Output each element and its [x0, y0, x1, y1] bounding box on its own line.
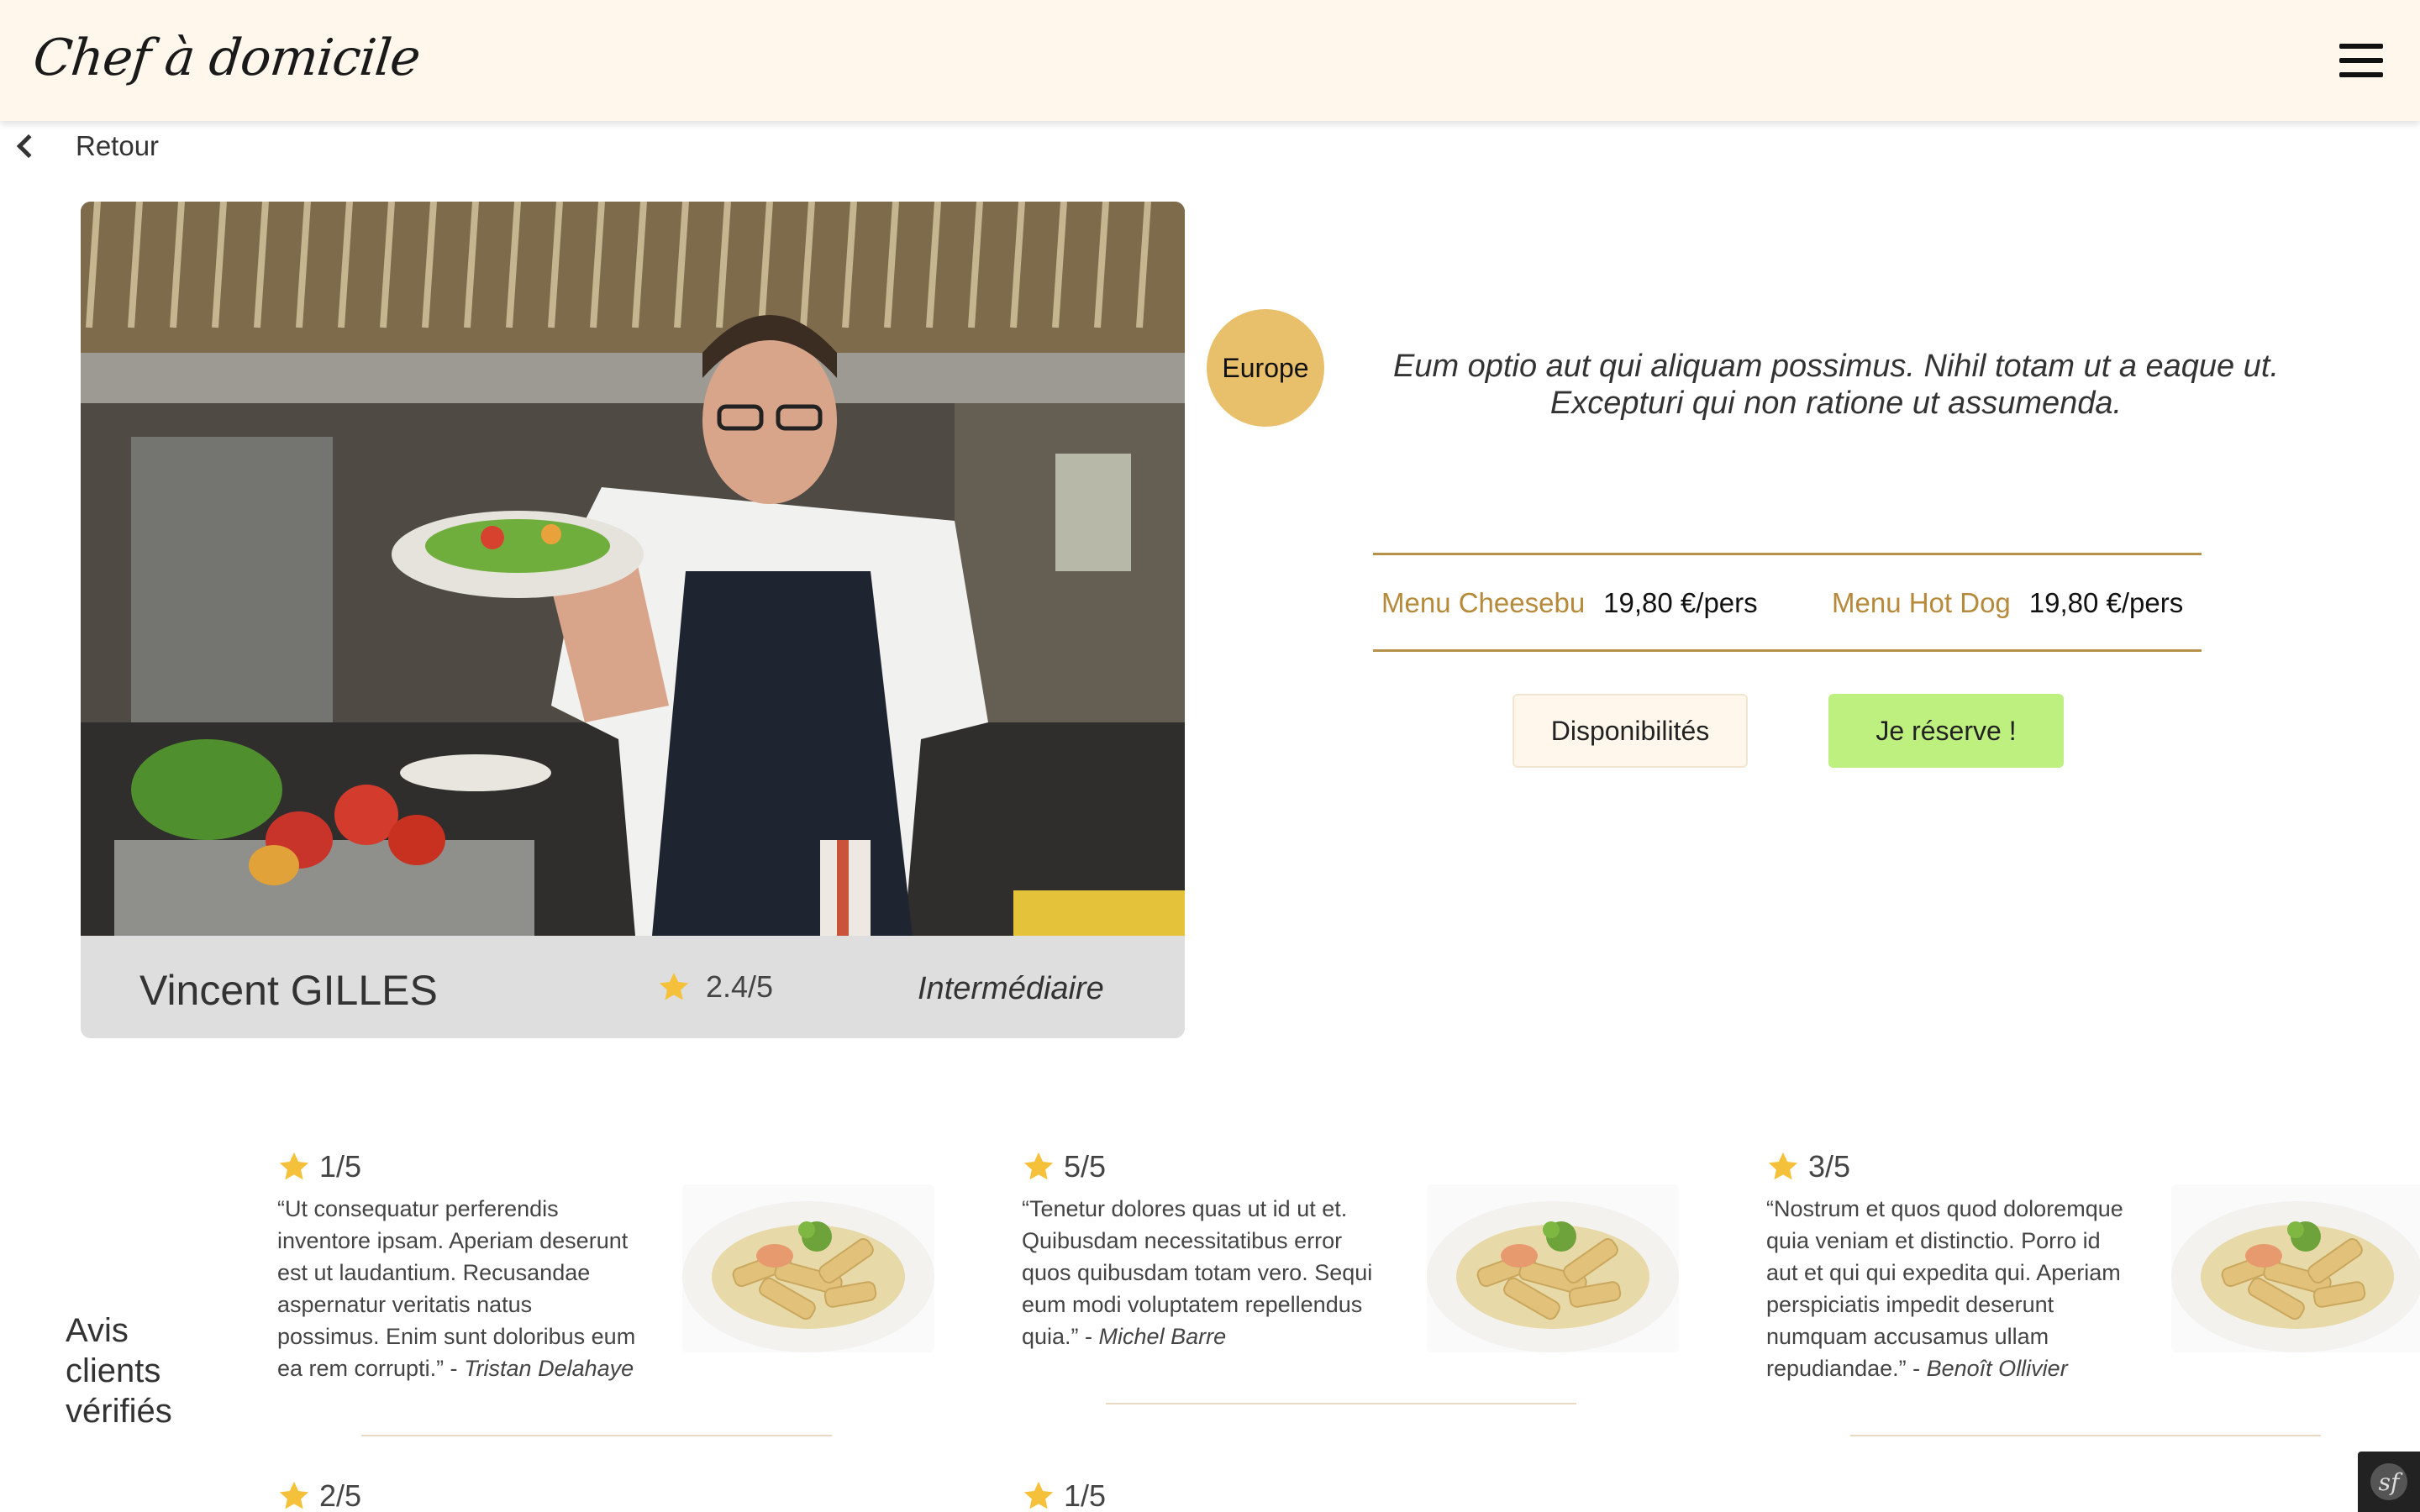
reviews-title: Avis clients vérifiés	[66, 1312, 172, 1430]
star-icon	[279, 1152, 309, 1180]
review-author: Benoît Ollivier	[1926, 1356, 2068, 1381]
review-rating: 1/5	[277, 1149, 361, 1184]
menu-name: Menu Cheesebu	[1381, 587, 1586, 618]
menu-item[interactable]: Menu Cheesebu 19,80 €/pers	[1381, 587, 1758, 619]
review-rating: 1/5	[1022, 1478, 1106, 1512]
review-card: 3/5 “Nostrum et quos quod doloremque qui…	[1766, 1149, 2420, 1468]
chef-rating-value: 2.4/5	[706, 969, 774, 1004]
dish-photo	[1427, 1184, 1679, 1352]
chef-photo	[81, 202, 1185, 936]
star-icon	[1023, 1152, 1054, 1180]
review-quote: “Nostrum et quos quod doloremque quia ve…	[1766, 1196, 2123, 1381]
menu-list: Menu Cheesebu 19,80 €/pers Menu Hot Dog …	[1373, 553, 2202, 652]
site-logo[interactable]: Chef à domicile	[30, 29, 423, 87]
dish-photo	[682, 1184, 934, 1352]
star-icon	[279, 1482, 309, 1509]
chevron-left-icon	[16, 134, 41, 159]
review-rating-value: 3/5	[1808, 1149, 1851, 1184]
chef-level: Intermédiaire	[918, 971, 1104, 1006]
review-card: 1/5	[1022, 1478, 1694, 1512]
top-navbar: Chef à domicile	[0, 0, 2420, 121]
menu-item[interactable]: Menu Hot Dog 19,80 €/pers	[1832, 587, 2183, 619]
review-rating-value: 5/5	[1064, 1149, 1107, 1184]
review-text: “Tenetur dolores quas ut id ut et. Quibu…	[1022, 1193, 1383, 1352]
review-rating: 5/5	[1022, 1149, 1106, 1184]
dish-photo	[2171, 1184, 2420, 1352]
hamburger-menu-icon[interactable]	[2339, 44, 2383, 77]
review-rating: 3/5	[1766, 1149, 1850, 1184]
review-divider	[1106, 1403, 1576, 1404]
review-card: 2/5	[277, 1478, 950, 1512]
reserve-button[interactable]: Je réserve !	[1828, 694, 2064, 768]
back-label: Retour	[76, 130, 160, 161]
review-rating: 2/5	[277, 1478, 361, 1512]
chef-photo-illustration	[81, 202, 1185, 936]
review-rating-value: 2/5	[319, 1478, 362, 1512]
star-icon	[659, 973, 689, 1000]
chef-rating: 2.4/5	[657, 969, 773, 1005]
pasta-dish-illustration	[1427, 1201, 1679, 1352]
review-divider	[1850, 1435, 2321, 1436]
chef-name: Vincent GILLES	[139, 967, 438, 1014]
menu-price: 19,80 €/pers	[2028, 587, 2184, 618]
star-icon	[1768, 1152, 1798, 1180]
chef-description: Eum optio aut qui aliquam possimus. Nihi…	[1392, 349, 2280, 421]
menu-name: Menu Hot Dog	[1832, 587, 2011, 618]
review-author: Michel Barre	[1098, 1324, 1227, 1349]
symfony-icon: sf	[2370, 1463, 2407, 1500]
pasta-dish-illustration	[682, 1201, 934, 1352]
region-badge: Europe	[1207, 309, 1324, 427]
review-text: “Ut consequatur perferendis inventore ip…	[277, 1193, 639, 1384]
review-card: 5/5 “Tenetur dolores quas ut id ut et. Q…	[1022, 1149, 1694, 1404]
debug-toolbar-toggle[interactable]: sf	[2358, 1452, 2420, 1512]
chef-card: Vincent GILLES 2.4/5 Intermédiaire	[81, 202, 1185, 1038]
star-icon	[1023, 1482, 1054, 1509]
back-link[interactable]: Retour	[13, 128, 159, 165]
review-quote: “Ut consequatur perferendis inventore ip…	[277, 1196, 636, 1381]
review-rating-value: 1/5	[319, 1149, 362, 1184]
review-text: “Nostrum et quos quod doloremque quia ve…	[1766, 1193, 2128, 1384]
review-rating-value: 1/5	[1064, 1478, 1107, 1512]
menu-price: 19,80 €/pers	[1603, 587, 1758, 618]
pasta-dish-illustration	[2171, 1201, 2420, 1352]
review-card: 1/5 “Ut consequatur perferendis inventor…	[277, 1149, 950, 1468]
review-divider	[361, 1435, 832, 1436]
chef-info-bar: Vincent GILLES 2.4/5 Intermédiaire	[81, 936, 1185, 1038]
availability-button[interactable]: Disponibilités	[1512, 694, 1748, 768]
review-author: Tristan Delahaye	[464, 1356, 634, 1381]
